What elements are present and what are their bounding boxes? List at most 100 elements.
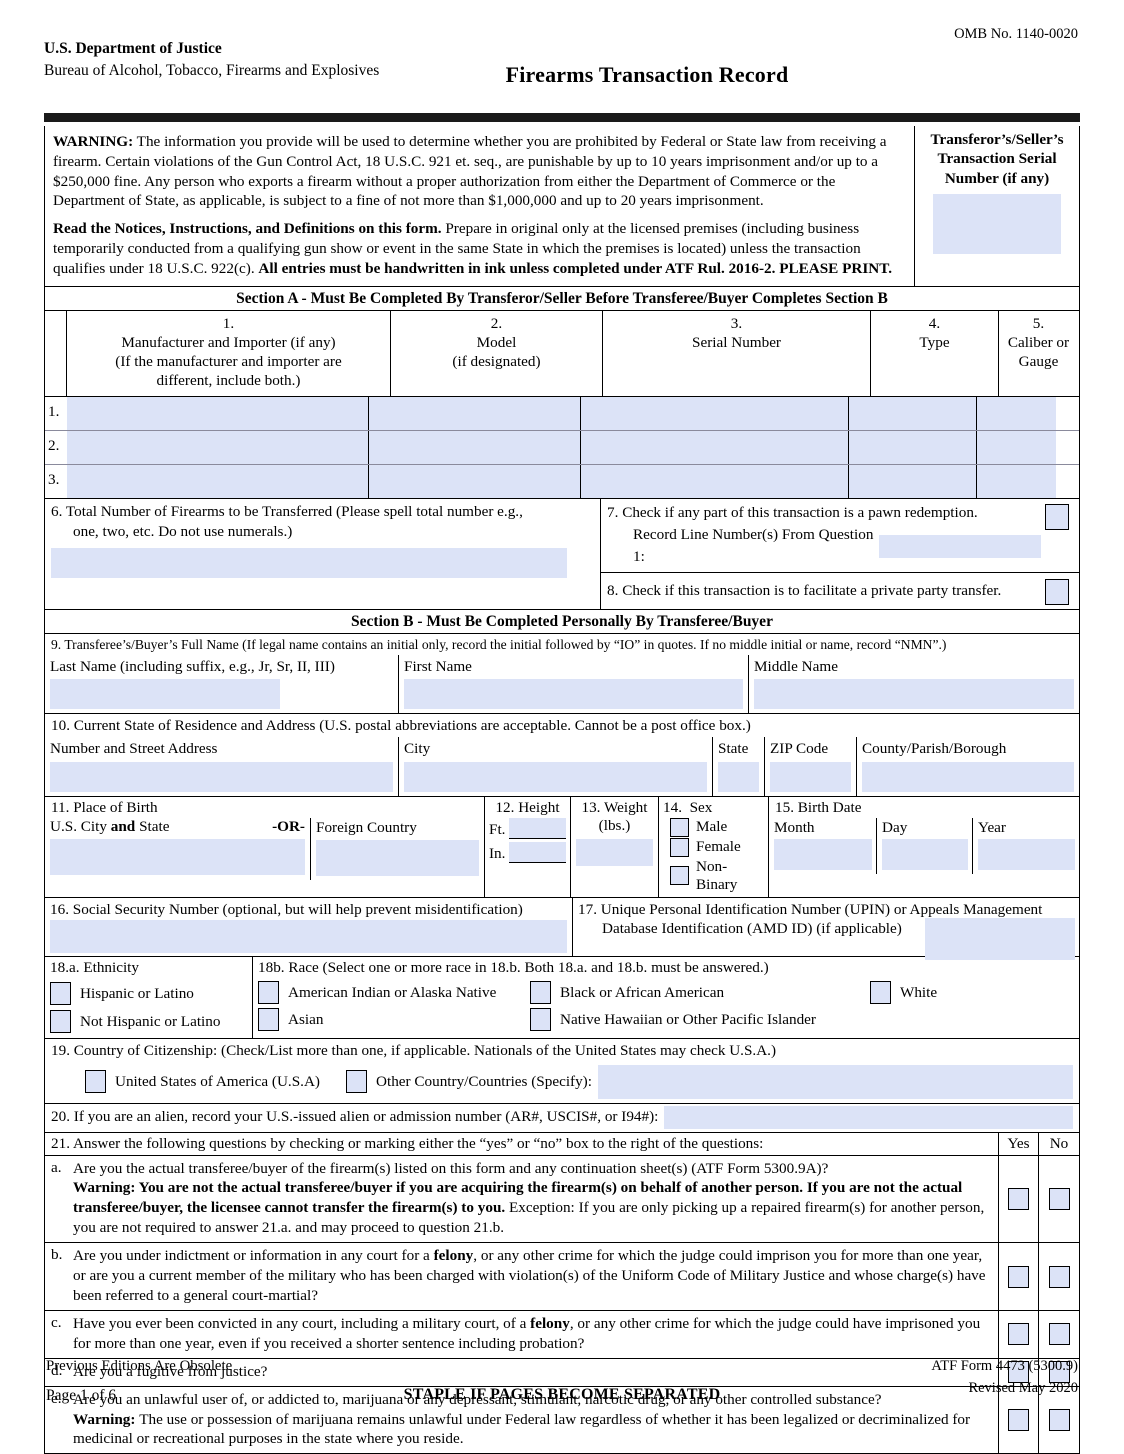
question-21b: b. Are you under indictment or informati…: [45, 1242, 1079, 1310]
q8-text: Check if this transaction is to facilita…: [622, 582, 1002, 600]
q18b-american-indian-label: American Indian or Alaska Native: [288, 983, 497, 1001]
q19-usa-checkbox[interactable]: [85, 1070, 106, 1094]
warning-text: WARNING: The information you provide wil…: [45, 126, 915, 287]
row-index: 2.: [48, 437, 60, 455]
q18b-black-checkbox[interactable]: [530, 981, 551, 1005]
q21b-no-checkbox[interactable]: [1048, 1265, 1070, 1288]
serial-input-2[interactable]: [581, 431, 849, 465]
q21b-letter: b.: [51, 1246, 63, 1264]
section-b: Section B - Must Be Completed Personally…: [45, 609, 1079, 1454]
caliber-input-3[interactable]: [977, 465, 1056, 499]
q18a-not-hispanic-label: Not Hispanic or Latino: [80, 1012, 221, 1030]
serial-input-3[interactable]: [581, 465, 849, 499]
q11-us-city-state-input[interactable]: [50, 838, 305, 875]
q7-number: 7.: [607, 504, 619, 522]
q12-number: 12.: [495, 798, 515, 816]
question-6-7-8-block: 6. Total Number of Firearms to be Transf…: [45, 498, 1079, 610]
q13-header: 13. Weight: [576, 799, 653, 817]
column-header-serial: 3. Serial Number: [603, 311, 871, 397]
question-17: 17. Unique Personal Identification Numbe…: [573, 898, 1079, 960]
q18a-not-hispanic-checkbox[interactable]: [50, 1010, 71, 1034]
q20-alien-number-input[interactable]: [664, 1105, 1073, 1129]
q10-street-field: Number and Street Address: [45, 737, 399, 796]
q15-year-input[interactable]: [978, 839, 1075, 871]
q14-nonbinary-checkbox[interactable]: [670, 866, 689, 886]
q16-ssn-input[interactable]: [50, 920, 567, 954]
form-page: OMB No. 1140-0020 U.S. Department of Jus…: [0, 0, 1124, 1454]
q21a-no-checkbox[interactable]: [1048, 1187, 1070, 1210]
q14-male-label: Male: [696, 818, 728, 836]
header-rule: [44, 113, 1080, 122]
handwritten-notice: All entries must be handwritten in ink u…: [258, 259, 892, 277]
q10-zip-input[interactable]: [770, 761, 851, 792]
form-body: WARNING: The information you provide wil…: [44, 126, 1080, 1454]
q15-year-field: Year: [973, 818, 1079, 874]
read-notices-label: Read the Notices, Instructions, and Defi…: [53, 220, 442, 237]
form-number: ATF Form 4473 (5300.9): [931, 1358, 1078, 1374]
q18b-white-checkbox[interactable]: [870, 981, 891, 1005]
question-15: 15. Birth Date Month Day Year: [769, 797, 1079, 897]
q6-total-firearms-input[interactable]: [51, 547, 567, 578]
q18a-hispanic-checkbox[interactable]: [50, 982, 71, 1006]
type-input-2[interactable]: [849, 431, 977, 465]
q10-zip-field: ZIP Code: [765, 737, 857, 796]
col1-line2: (If the manufacturer and importer are: [115, 353, 342, 371]
q10-city-input[interactable]: [404, 761, 707, 792]
q9-last-name-input[interactable]: [50, 679, 280, 710]
q10-street-input[interactable]: [50, 761, 393, 792]
type-input-3[interactable]: [849, 465, 977, 499]
model-input-1[interactable]: [369, 397, 581, 431]
q6-line2: one, two, etc. Do not use numerals.): [73, 523, 293, 540]
q18b-pacific-islander-label: Native Hawaiian or Other Pacific Islande…: [560, 1010, 816, 1028]
q15-month-field: Month: [769, 817, 877, 875]
q18b-asian-checkbox[interactable]: [258, 1008, 279, 1032]
type-input-1[interactable]: [849, 397, 977, 431]
question-6: 6. Total Number of Firearms to be Transf…: [45, 499, 601, 610]
question-13: 13. Weight (lbs.): [571, 796, 659, 897]
manufacturer-input-2[interactable]: [67, 431, 369, 465]
q10-state-input[interactable]: [718, 761, 759, 792]
q14-male-checkbox[interactable]: [670, 817, 689, 837]
q7-record-line-input[interactable]: [878, 534, 1041, 558]
col3-number: 3.: [730, 315, 743, 333]
q21c-yes-checkbox[interactable]: [1008, 1323, 1029, 1346]
caliber-input-2[interactable]: [977, 431, 1056, 465]
q13-label: Weight: [604, 798, 648, 816]
manufacturer-input-1[interactable]: [67, 397, 369, 431]
serial-number-input[interactable]: [933, 194, 1061, 255]
q7-pawn-redemption-checkbox[interactable]: [1045, 504, 1069, 531]
q9-first-name-input[interactable]: [404, 679, 743, 710]
q11-us-city-state-field: U.S. City and State -OR-: [45, 817, 311, 881]
q18b-pacific-islander-checkbox[interactable]: [530, 1008, 551, 1032]
q21b-yes-checkbox[interactable]: [1008, 1265, 1029, 1288]
q18b-american-indian-checkbox[interactable]: [258, 981, 279, 1005]
serial-input-1[interactable]: [581, 397, 849, 431]
q12-in-input[interactable]: [509, 841, 566, 863]
q11-us-label: U.S. City and State: [50, 818, 169, 836]
q16-label: 16. Social Security Number (optional, bu…: [50, 900, 523, 918]
manufacturer-input-3[interactable]: [67, 465, 369, 499]
q15-day-field: Day: [877, 817, 973, 875]
q10-county-input[interactable]: [862, 761, 1074, 792]
q21c-no-checkbox[interactable]: [1048, 1323, 1070, 1346]
q9-middle-name-input[interactable]: [754, 679, 1074, 710]
q21a-yes-checkbox[interactable]: [1008, 1187, 1029, 1210]
q13-weight-input[interactable]: [576, 839, 653, 867]
q19-other-checkbox[interactable]: [346, 1070, 367, 1094]
col5-line1: Caliber or: [1007, 334, 1070, 352]
caliber-input-1[interactable]: [977, 397, 1056, 431]
q15-day-input[interactable]: [882, 839, 968, 871]
q14-female-checkbox[interactable]: [670, 837, 689, 857]
model-input-2[interactable]: [369, 431, 581, 465]
q15-month-input[interactable]: [774, 839, 872, 871]
q19-other-country-input[interactable]: [597, 1064, 1073, 1099]
q21-prompt: 21. Answer the following questions by ch…: [45, 1132, 999, 1155]
q14-nonbinary-label: Non-Binary: [696, 857, 738, 893]
q17-upin-input[interactable]: [925, 917, 1075, 960]
q11-foreign-country-input[interactable]: [316, 840, 479, 877]
model-input-3[interactable]: [369, 465, 581, 499]
q8-private-party-checkbox[interactable]: [1045, 579, 1069, 606]
q10-address-row: Number and Street Address City State ZIP…: [45, 737, 1079, 796]
q12-ft-input[interactable]: [509, 817, 566, 839]
question-18a: 18.a. Ethnicity Hispanic or Latino Not H…: [45, 957, 253, 1039]
